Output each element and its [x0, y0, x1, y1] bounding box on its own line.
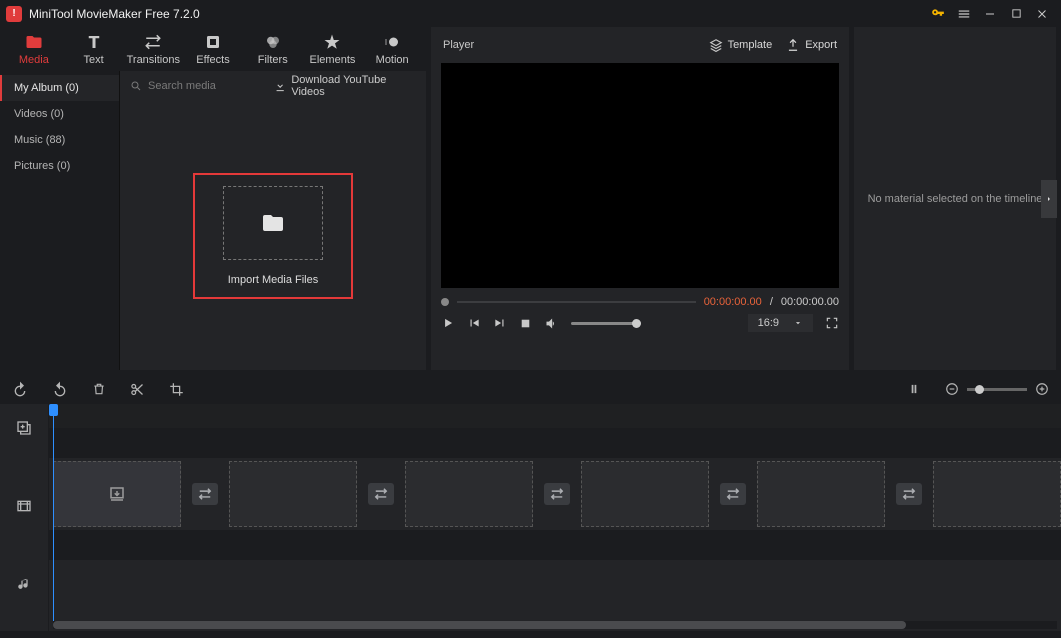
undo-button[interactable] — [12, 381, 28, 397]
video-preview[interactable] — [441, 63, 839, 288]
tab-media[interactable]: Media — [4, 27, 64, 71]
sidebar-item-myalbum[interactable]: My Album (0) — [0, 75, 119, 101]
tab-text[interactable]: Text — [64, 27, 124, 71]
progress-handle[interactable] — [441, 298, 449, 306]
sidebar-item-pictures[interactable]: Pictures (0) — [0, 153, 119, 179]
add-track-button[interactable] — [0, 404, 48, 452]
fullscreen-button[interactable] — [825, 316, 839, 330]
redo-button[interactable] — [52, 381, 68, 397]
transition-slot[interactable] — [368, 483, 394, 505]
clip-slot[interactable] — [53, 461, 181, 527]
progress-bar[interactable] — [457, 301, 696, 303]
time-total: 00:00:00.00 — [781, 296, 839, 308]
video-track-icon — [0, 482, 48, 530]
maximize-button[interactable] — [1003, 0, 1029, 27]
keyframe-icon[interactable] — [907, 382, 921, 396]
zoom-out-button[interactable] — [945, 382, 959, 396]
tab-effects[interactable]: Effects — [183, 27, 243, 71]
timeline-ruler[interactable] — [49, 404, 1061, 428]
main-toolbar: Media Text Transitions Effects Filters E… — [0, 27, 426, 71]
tab-transitions[interactable]: Transitions — [123, 27, 183, 71]
zoom-in-button[interactable] — [1035, 382, 1049, 396]
template-button[interactable]: Template — [709, 38, 773, 52]
timeline-scrollbar[interactable] — [53, 621, 1057, 629]
tab-filters[interactable]: Filters — [243, 27, 303, 71]
folder-icon — [261, 211, 285, 235]
upgrade-key-icon[interactable] — [925, 0, 951, 27]
close-button[interactable] — [1029, 0, 1055, 27]
volume-button[interactable] — [544, 316, 559, 331]
audio-track-icon — [0, 560, 48, 608]
clip-slot[interactable] — [405, 461, 533, 527]
tab-elements[interactable]: Elements — [303, 27, 363, 71]
clip-slot[interactable] — [933, 461, 1061, 527]
play-button[interactable] — [441, 316, 455, 330]
properties-empty-text: No material selected on the timeline — [868, 193, 1043, 205]
transition-slot[interactable] — [544, 483, 570, 505]
window-title: MiniTool MovieMaker Free 7.2.0 — [29, 7, 200, 21]
audio-track[interactable] — [49, 560, 1061, 614]
search-input[interactable] — [148, 80, 268, 92]
sidebar-item-music[interactable]: Music (88) — [0, 127, 119, 153]
minimize-button[interactable] — [977, 0, 1003, 27]
export-button[interactable]: Export — [786, 38, 837, 52]
prev-frame-button[interactable] — [467, 316, 481, 330]
import-media-label: Import Media Files — [228, 274, 318, 286]
delete-button[interactable] — [92, 382, 106, 396]
zoom-slider[interactable] — [967, 388, 1027, 391]
tab-motion[interactable]: Motion — [362, 27, 422, 71]
split-button[interactable] — [130, 382, 145, 397]
clip-slot[interactable] — [757, 461, 885, 527]
app-logo: ! — [6, 6, 22, 22]
time-current: 00:00:00.00 — [704, 296, 762, 308]
next-frame-button[interactable] — [493, 316, 507, 330]
aspect-ratio-select[interactable]: 16:9 — [748, 314, 813, 332]
player-label: Player — [443, 39, 474, 51]
transition-slot[interactable] — [896, 483, 922, 505]
search-icon — [130, 80, 142, 92]
transition-slot[interactable] — [720, 483, 746, 505]
clip-slot[interactable] — [581, 461, 709, 527]
sidebar-item-videos[interactable]: Videos (0) — [0, 101, 119, 127]
import-media-button[interactable]: Import Media Files — [193, 173, 353, 299]
playhead[interactable] — [53, 404, 54, 621]
crop-button[interactable] — [169, 382, 184, 397]
video-track[interactable] — [49, 458, 1061, 530]
library-sidebar: My Album (0) Videos (0) Music (88) Pictu… — [0, 71, 120, 370]
volume-slider[interactable] — [571, 322, 641, 325]
download-youtube-button[interactable]: Download YouTube Videos — [274, 74, 416, 98]
properties-panel: No material selected on the timeline — [854, 27, 1056, 370]
panel-collapse-button[interactable] — [1041, 180, 1057, 218]
menu-icon[interactable] — [951, 0, 977, 27]
stop-button[interactable] — [519, 317, 532, 330]
clip-slot[interactable] — [229, 461, 357, 527]
transition-slot[interactable] — [192, 483, 218, 505]
